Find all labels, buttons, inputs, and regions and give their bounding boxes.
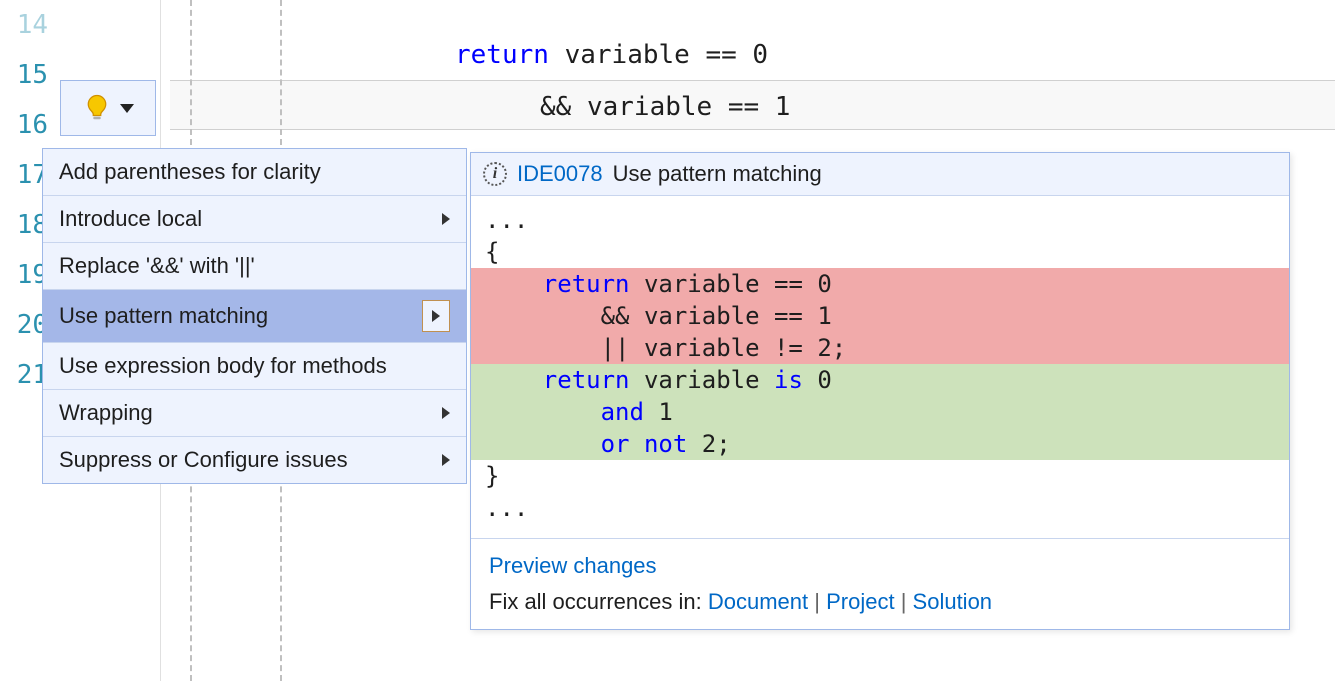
menu-item-wrapping[interactable]: Wrapping — [43, 390, 466, 437]
menu-item-introduce-local[interactable]: Introduce local — [43, 196, 466, 243]
fix-solution-link[interactable]: Solution — [913, 589, 993, 614]
menu-item-suppress-configure[interactable]: Suppress or Configure issues — [43, 437, 466, 483]
code-line: && variable == 1 — [540, 82, 790, 132]
line-number: 15 — [0, 50, 56, 100]
menu-item-label: Use expression body for methods — [59, 353, 387, 379]
preview-footer: Preview changes Fix all occurrences in: … — [471, 538, 1289, 629]
chevron-down-icon — [120, 104, 134, 113]
info-icon: i — [483, 162, 507, 186]
chevron-right-icon — [442, 213, 450, 225]
diff-removed-block: return variable == 0 && variable == 1 ||… — [471, 268, 1289, 364]
quick-actions-menu: Add parentheses for clarity Introduce lo… — [42, 148, 467, 484]
diff-context: ... — [471, 492, 1289, 524]
submenu-indicator — [422, 300, 450, 332]
menu-item-expression-body[interactable]: Use expression body for methods — [43, 343, 466, 390]
menu-item-label: Replace '&&' with '||' — [59, 253, 255, 279]
diff-context: } — [471, 460, 1289, 492]
diff-added-block: return variable is 0 and 1 or not 2; — [471, 364, 1289, 460]
preview-header: i IDE0078 Use pattern matching — [471, 153, 1289, 196]
lightbulb-icon — [82, 93, 112, 123]
diff-added: or not 2; — [471, 428, 1289, 460]
diff-body: ... { return variable == 0 && variable =… — [471, 196, 1289, 538]
diff-added: return variable is 0 — [471, 364, 1289, 396]
diagnostic-id: IDE0078 — [517, 161, 603, 187]
menu-item-label: Add parentheses for clarity — [59, 159, 321, 185]
line-number: 14 — [0, 0, 56, 50]
menu-item-label: Use pattern matching — [59, 303, 268, 329]
line-number: 16 — [0, 100, 56, 150]
menu-item-replace-and-or[interactable]: Replace '&&' with '||' — [43, 243, 466, 290]
fix-document-link[interactable]: Document — [708, 589, 808, 614]
diagnostic-message: Use pattern matching — [613, 161, 822, 187]
diff-context: { — [471, 236, 1289, 268]
diff-removed: return variable == 0 — [471, 268, 1289, 300]
diff-added: and 1 — [471, 396, 1289, 428]
diff-removed: || variable != 2; — [471, 332, 1289, 364]
fix-project-link[interactable]: Project — [826, 589, 894, 614]
separator: | — [814, 589, 826, 614]
separator: | — [901, 589, 913, 614]
chevron-right-icon — [442, 454, 450, 466]
chevron-right-icon — [442, 407, 450, 419]
diff-context: ... — [471, 204, 1289, 236]
menu-item-use-pattern-matching[interactable]: Use pattern matching — [43, 290, 466, 343]
menu-item-add-parentheses[interactable]: Add parentheses for clarity — [43, 149, 466, 196]
menu-item-label: Suppress or Configure issues — [59, 447, 348, 473]
preview-changes-link[interactable]: Preview changes — [489, 553, 657, 578]
preview-panel: i IDE0078 Use pattern matching ... { ret… — [470, 152, 1290, 630]
chevron-right-icon — [432, 310, 440, 322]
menu-item-label: Introduce local — [59, 206, 202, 232]
diff-removed: && variable == 1 — [471, 300, 1289, 332]
menu-item-label: Wrapping — [59, 400, 153, 426]
lightbulb-button[interactable] — [60, 80, 156, 136]
fix-all-label: Fix all occurrences in: — [489, 589, 708, 614]
code-line: return variable == 0 — [455, 30, 768, 80]
